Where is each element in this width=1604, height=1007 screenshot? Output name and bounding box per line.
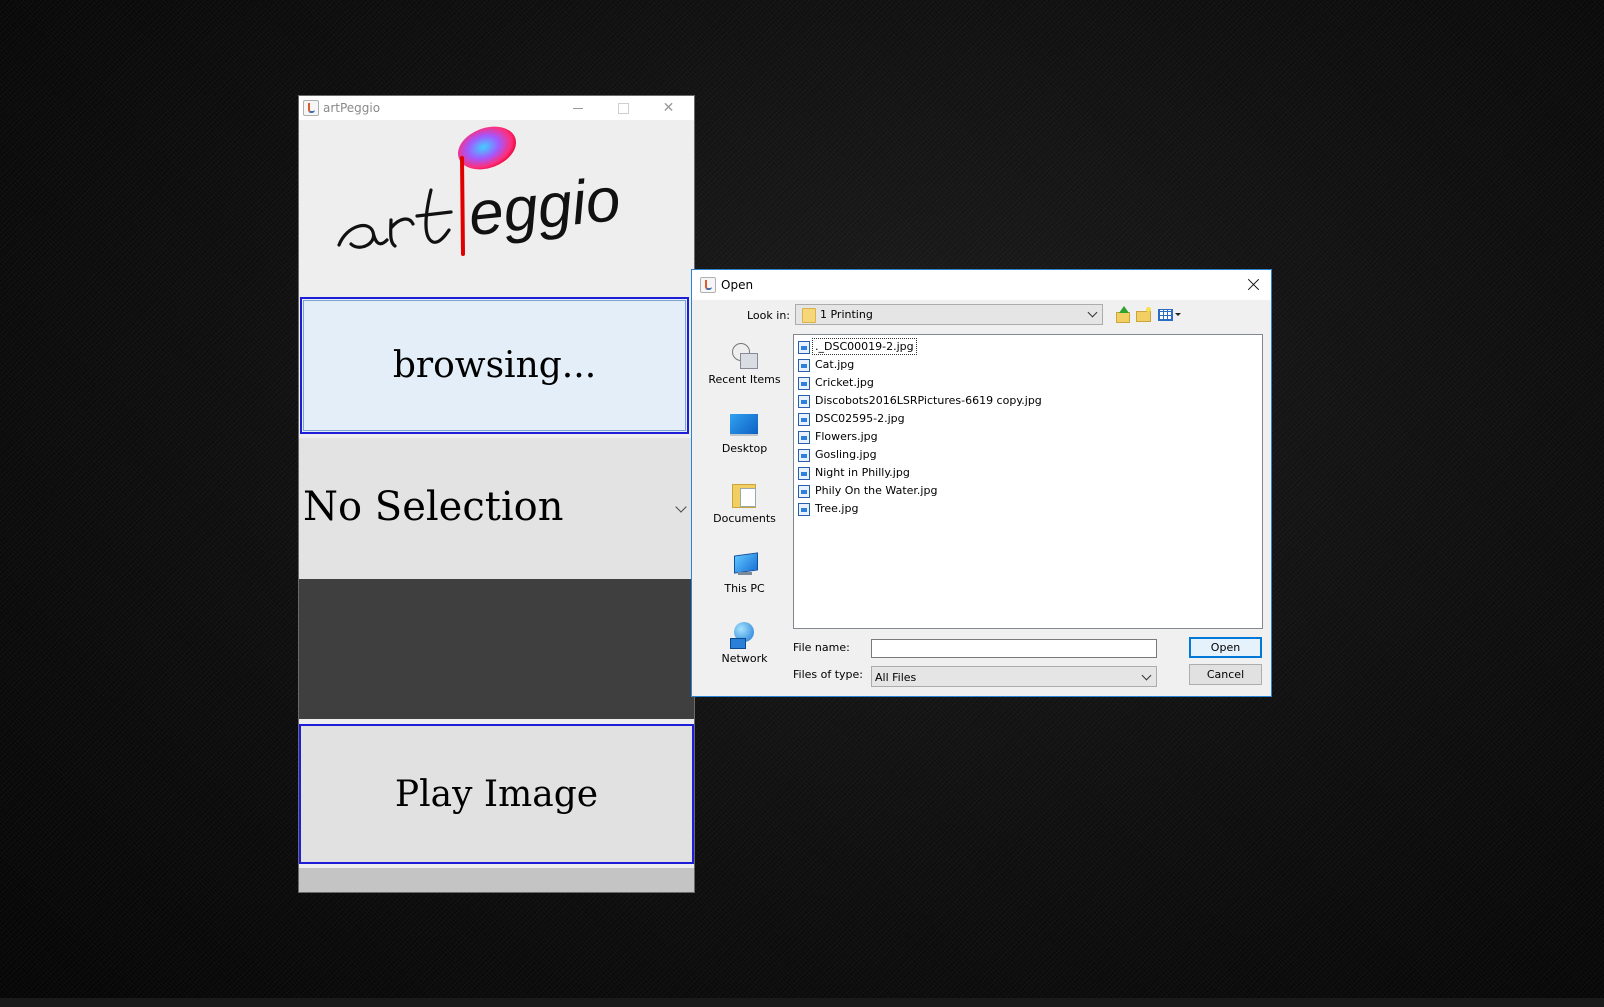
new-folder-icon[interactable] [1135,306,1153,322]
place-recent-items[interactable]: Recent Items [702,331,787,393]
java-app-icon [303,100,319,116]
file-name: Gosling.jpg [815,448,877,461]
java-app-icon [700,277,716,293]
look-in-value: 1 Printing [820,308,873,321]
file-name: Flowers.jpg [815,430,878,443]
file-name: ._DSC00019-2.jpg [812,338,917,355]
taskbar-strip [0,998,1604,1007]
file-name: Cat.jpg [815,358,855,371]
place-network[interactable]: Network [702,610,787,672]
view-menu-icon[interactable] [1157,306,1181,322]
up-folder-icon[interactable] [1114,306,1132,323]
image-file-icon [798,341,810,354]
files-of-type-select[interactable]: All Files [871,666,1157,687]
image-file-icon [798,449,810,462]
file-list[interactable]: ._DSC00019-2.jpg Cat.jpg Cricket.jpg Dis… [793,334,1263,629]
look-in-label: Look in: [747,309,790,322]
open-button[interactable]: Open [1189,637,1262,658]
place-label: This PC [724,582,765,595]
file-name: Cricket.jpg [815,376,874,389]
image-file-icon [798,467,810,480]
chevron-down-icon [1141,670,1152,681]
minimize-icon[interactable] [556,96,601,120]
image-file-icon [798,413,810,426]
documents-icon [730,482,758,508]
artpeggio-window: artPeggio ✕ eggio browsing... No Selecti… [299,96,694,892]
place-documents[interactable]: Documents [702,470,787,532]
file-name: Discobots2016LSRPictures-6619 copy.jpg [815,394,1042,407]
image-preview-panel [299,579,694,719]
network-icon [730,622,758,649]
place-desktop[interactable]: Desktop [702,400,787,462]
image-selection-combo[interactable]: No Selection [299,438,694,579]
play-image-button[interactable]: Play Image [299,724,694,864]
file-name-label: File name: [793,641,850,654]
dialog-title: Open [721,278,754,292]
close-icon[interactable] [1245,276,1263,294]
files-of-type-value: All Files [875,671,917,684]
file-name-field[interactable] [871,639,1157,658]
logo-text-eggio: eggio [465,165,623,249]
image-file-icon [798,359,810,372]
folder-icon [802,308,816,323]
close-icon[interactable]: ✕ [646,96,691,120]
combo-selected-value: No Selection [303,484,564,530]
place-label: Recent Items [708,373,781,386]
look-in-select[interactable]: 1 Printing [795,304,1103,325]
app-titlebar[interactable]: artPeggio ✕ [299,96,694,120]
browse-button[interactable]: browsing... [300,297,689,434]
maximize-icon[interactable] [601,96,646,120]
dialog-titlebar[interactable]: Open [692,270,1271,300]
logo-artwork: eggio [337,126,624,256]
image-file-icon [798,485,810,498]
file-name: Night in Philly.jpg [815,466,910,479]
app-title: artPeggio [323,101,381,115]
computer-icon [730,552,758,578]
places-sidebar: Recent Items Desktop Documents This PC N… [702,331,787,686]
open-file-dialog: Open Look in: 1 Printing Recent Items De… [691,269,1272,697]
desktop-icon [730,412,758,438]
image-file-icon [798,431,810,444]
image-file-icon [798,395,810,408]
cancel-button[interactable]: Cancel [1189,664,1262,685]
place-label: Network [721,652,768,665]
recent-items-icon [730,343,758,369]
file-name: Phily On the Water.jpg [815,484,938,497]
file-name: DSC02595-2.jpg [815,412,905,425]
place-label: Desktop [721,442,768,455]
chevron-down-icon [1087,307,1098,318]
image-file-icon [798,377,810,390]
image-file-icon [798,503,810,516]
place-label: Documents [713,512,776,525]
place-this-pc[interactable]: This PC [702,540,787,602]
file-name: Tree.jpg [815,502,859,515]
files-of-type-label: Files of type: [793,668,864,681]
chevron-down-icon[interactable] [675,501,687,513]
artpeggio-logo: eggio [299,120,694,294]
status-strip [299,868,694,892]
